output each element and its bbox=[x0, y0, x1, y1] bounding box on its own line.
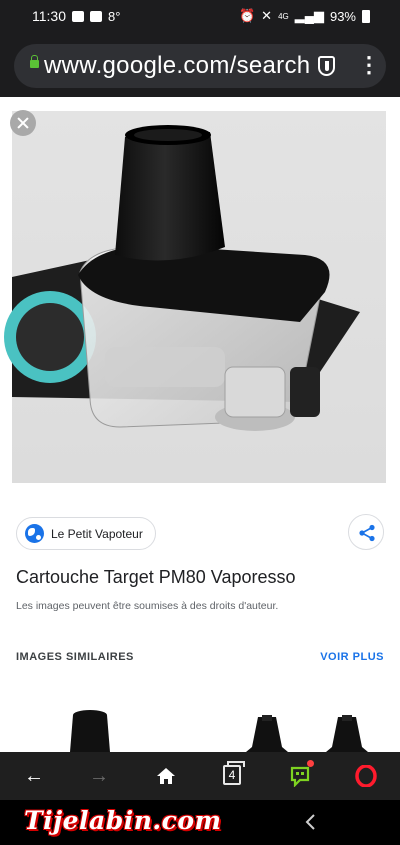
alarm-icon: ⏰ bbox=[238, 8, 256, 23]
address-bar[interactable]: www.google.com/search ⋮ bbox=[14, 44, 386, 88]
similar-thumbnail[interactable] bbox=[70, 710, 110, 752]
back-arrow-icon[interactable]: ← bbox=[20, 762, 48, 790]
battery-icon bbox=[362, 9, 370, 23]
mute-icon: ✕ bbox=[261, 8, 273, 23]
similar-images-strip bbox=[0, 702, 400, 752]
opera-menu-icon[interactable] bbox=[352, 762, 380, 790]
browser-bottom-bar: ← → 4 bbox=[0, 752, 400, 800]
tab-switcher-button[interactable]: 4 bbox=[223, 761, 245, 785]
url-text[interactable]: www.google.com/search bbox=[44, 52, 312, 80]
lock-icon bbox=[30, 55, 39, 68]
notification-dot bbox=[307, 760, 314, 767]
notification-icons: 8° bbox=[72, 9, 120, 24]
signal-icon: ▂▄▆ bbox=[294, 8, 324, 23]
forward-arrow-icon[interactable]: → bbox=[85, 762, 113, 790]
source-name: Le Petit Vapoteur bbox=[51, 526, 143, 541]
browser-top-bar: 11:30 8° ⏰ ✕ 4G ▂▄▆ 93% www.google.com/s… bbox=[0, 0, 400, 97]
similar-thumbnails bbox=[70, 710, 368, 752]
watermark-logo: Tijelabin.com bbox=[24, 806, 222, 835]
image-title[interactable]: Cartouche Target PM80 Vaporesso bbox=[16, 567, 296, 588]
battery-level: 93% bbox=[329, 8, 356, 24]
status-bar: 11:30 8° ⏰ ✕ 4G ▂▄▆ 93% bbox=[0, 0, 400, 32]
close-viewer-button[interactable] bbox=[10, 110, 36, 136]
more-options-icon[interactable]: ⋮ bbox=[358, 54, 380, 76]
see-more-link[interactable]: VOIR PLUS bbox=[320, 651, 384, 663]
status-time: 11:30 bbox=[32, 8, 66, 24]
share-button[interactable] bbox=[348, 514, 384, 550]
product-photo bbox=[4, 111, 386, 483]
weather-temperature: 8° bbox=[108, 9, 121, 24]
network-type: 4G bbox=[278, 11, 289, 21]
source-link-chip[interactable]: Le Petit Vapoteur bbox=[16, 517, 156, 550]
mail-notification-icon bbox=[90, 11, 102, 22]
shield-icon[interactable] bbox=[318, 56, 335, 76]
similar-images-heading: IMAGES SIMILAIRES bbox=[16, 651, 134, 663]
status-right: ⏰ ✕ 4G ▂▄▆ 93% bbox=[239, 8, 370, 24]
home-icon[interactable] bbox=[152, 762, 180, 790]
system-navigation-bar: Tijelabin.com bbox=[0, 800, 400, 845]
globe-icon bbox=[25, 524, 44, 543]
system-back-icon[interactable] bbox=[302, 812, 320, 832]
image-info-panel: Le Petit Vapoteur Cartouche Target PM80 … bbox=[0, 497, 400, 752]
share-icon bbox=[359, 524, 375, 542]
similar-thumbnail[interactable] bbox=[246, 715, 368, 752]
image-viewer[interactable] bbox=[0, 97, 400, 497]
copyright-notice: Les images peuvent être soumises à des d… bbox=[16, 600, 279, 612]
gallery-notification-icon bbox=[72, 11, 84, 22]
